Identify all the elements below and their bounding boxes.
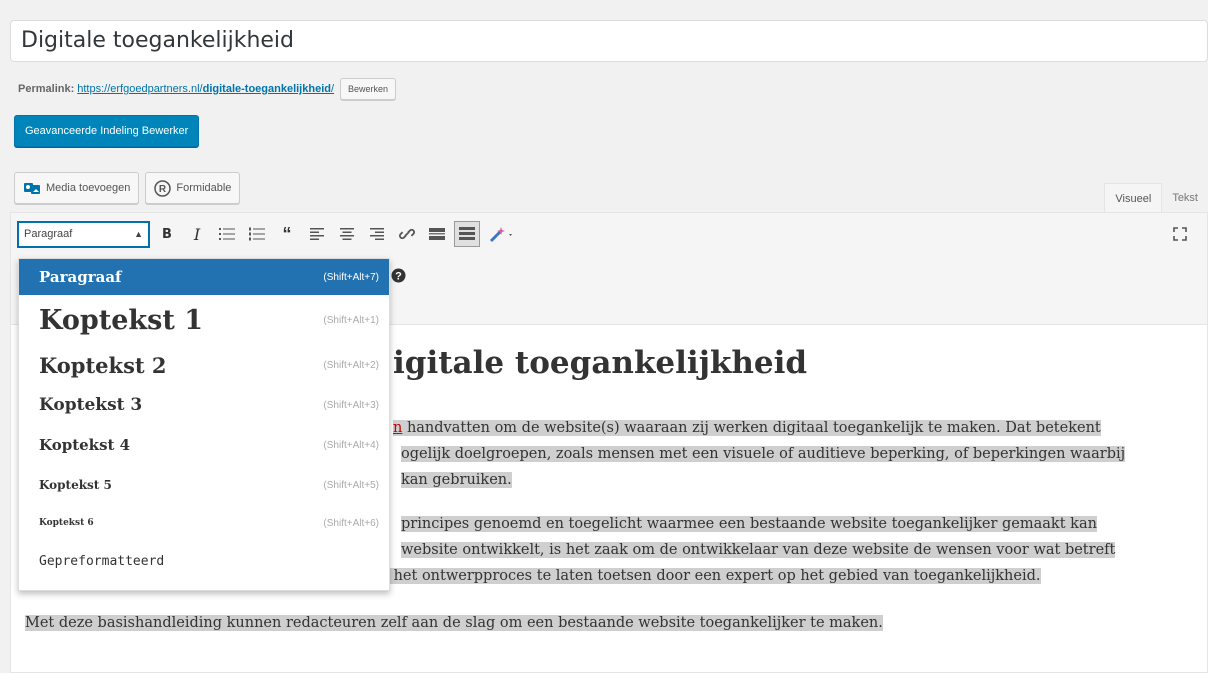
add-media-button[interactable]: Media toevoegen: [14, 172, 140, 204]
menu-item-gepreformatteerd[interactable]: Gepreformatteerd: [19, 541, 389, 581]
tab-text[interactable]: Tekst: [1162, 183, 1208, 213]
italic-button[interactable]: I: [184, 221, 210, 247]
format-select-value: Paragraaf: [24, 228, 73, 240]
permalink-label: Permalink:: [18, 83, 75, 95]
advanced-editor-button[interactable]: Geavanceerde Indeling Bewerker: [14, 115, 200, 147]
content-line: ogelijk doelgroepen, zoals mensen met ee…: [401, 446, 1126, 462]
toolbar-toggle-icon[interactable]: [454, 221, 480, 247]
content-line: website ontwikkelt, is het zaak om de on…: [401, 542, 1116, 558]
permalink-edit-button[interactable]: Bewerken: [340, 78, 397, 100]
menu-item-koptekst-5[interactable]: Koptekst 5 (Shift+Alt+5): [19, 465, 389, 505]
bullet-list-icon[interactable]: [214, 221, 240, 247]
toolbar-row-1: Paragraaf ▲ B I “: [17, 219, 520, 249]
tab-visual[interactable]: Visueel: [1104, 183, 1163, 213]
content-heading: igitale toegankelijkheid: [393, 345, 808, 381]
menu-item-koptekst-6[interactable]: Koptekst 6 (Shift+Alt+6): [19, 505, 389, 541]
format-dropdown-menu: Paragraaf (Shift+Alt+7) Koptekst 1 (Shift+…: [18, 258, 390, 591]
menu-item-koptekst-2[interactable]: Koptekst 2 (Shift+Alt+2): [19, 345, 389, 385]
content-line: n handvatten om de website(s) waaraan zi…: [393, 420, 1101, 436]
svg-text:R: R: [159, 184, 167, 195]
formidable-button[interactable]: R Formidable: [145, 172, 241, 204]
menu-item-koptekst-4[interactable]: Koptekst 4 (Shift+Alt+4): [19, 425, 389, 465]
format-select[interactable]: Paragraaf ▲: [17, 220, 150, 248]
svg-text:?: ?: [395, 270, 402, 282]
editor-tabs: Visueel Tekst: [1104, 183, 1208, 213]
content-line: kan gebruiken.: [401, 472, 512, 488]
align-left-icon[interactable]: [304, 221, 330, 247]
media-buttons: Media toevoegen R Formidable: [14, 172, 241, 204]
caret-up-icon: ▲: [134, 229, 143, 239]
fullscreen-icon[interactable]: [1167, 221, 1193, 247]
media-icon: [23, 180, 41, 196]
link-icon[interactable]: [394, 221, 420, 247]
menu-item-koptekst-1[interactable]: Koptekst 1 (Shift+Alt+1): [19, 295, 389, 345]
permalink-link[interactable]: https://erfgoedpartners.nl/digitale-toeg…: [77, 83, 334, 95]
permalink-bar: Permalink: https://erfgoedpartners.nl/di…: [18, 76, 397, 102]
post-title-input[interactable]: Digitale toegankelijkheid: [10, 20, 1208, 62]
add-media-label: Media toevoegen: [46, 182, 131, 194]
read-more-icon[interactable]: [424, 221, 450, 247]
align-center-icon[interactable]: [334, 221, 360, 247]
wand-icon[interactable]: [484, 221, 520, 247]
formidable-label: Formidable: [176, 182, 232, 194]
menu-item-koptekst-3[interactable]: Koptekst 3 (Shift+Alt+3): [19, 385, 389, 425]
align-right-icon[interactable]: [364, 221, 390, 247]
spelling-mark: n: [393, 420, 403, 436]
bold-button[interactable]: B: [154, 221, 180, 247]
content-line: principes genoemd en toegelicht waarmee …: [401, 516, 1097, 532]
numbered-list-icon[interactable]: [244, 221, 270, 247]
content-line: Met deze basishandleiding kunnen redacte…: [25, 615, 883, 631]
menu-item-paragraaf[interactable]: Paragraaf (Shift+Alt+7): [19, 259, 389, 295]
blockquote-icon[interactable]: “: [274, 221, 300, 247]
formidable-icon: R: [154, 179, 172, 197]
